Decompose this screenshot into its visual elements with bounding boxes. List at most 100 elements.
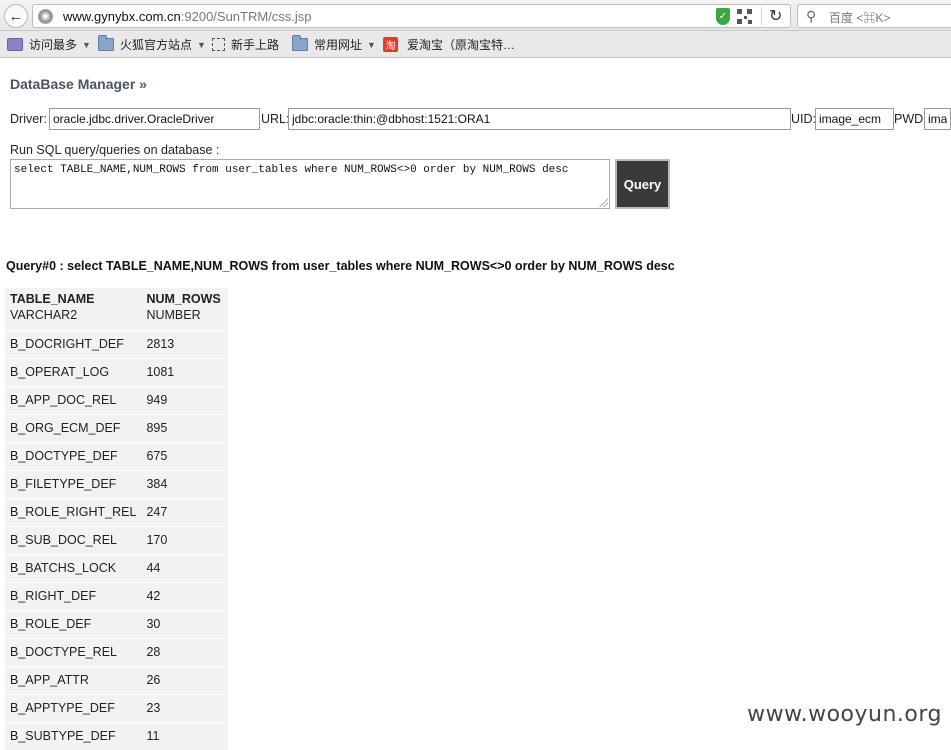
url-path: :9200/SunTRM/css.jsp — [180, 9, 312, 24]
num-rows-cell: 28 — [141, 637, 229, 666]
table-row: B_SUBTYPE_DEF 11 — [5, 721, 229, 750]
num-rows-cell: 26 — [141, 665, 229, 694]
bookmark-label: 常用网址 — [314, 38, 363, 52]
sql-label: Run SQL query/queries on database : — [10, 143, 220, 157]
shield-icon[interactable]: ✓ — [716, 8, 730, 25]
address-bar[interactable]: ◉ www.gynybx.com.cn:9200/SunTRM/css.jsp … — [32, 4, 791, 28]
column-header: NUM_ROWS NUMBER — [141, 288, 228, 330]
table-name-cell: B_APP_DOC_REL — [5, 385, 142, 414]
num-rows-cell: 949 — [141, 385, 229, 414]
page-title: DataBase Manager » — [10, 76, 147, 92]
uid-label: UID: — [791, 112, 816, 126]
table-row: B_FILETYPE_DEF 384 — [5, 469, 229, 498]
num-rows-cell: 247 — [141, 497, 229, 526]
bookmark-label: 访问最多 — [29, 38, 78, 52]
table-row: B_BATCHS_LOCK 44 — [5, 553, 229, 582]
folder-icon — [98, 35, 114, 51]
table-name-cell: B_FILETYPE_DEF — [5, 469, 142, 498]
table-name-cell: B_ORG_ECM_DEF — [5, 413, 142, 442]
table-name-cell: B_DOCTYPE_REL — [5, 637, 142, 666]
url-host: www.gynybx.com.cn — [63, 9, 181, 24]
table-name-cell: B_ROLE_DEF — [5, 609, 142, 638]
query-button[interactable]: Query — [615, 159, 670, 209]
resize-grip-icon[interactable] — [598, 197, 608, 207]
table-row: B_ROLE_DEF 30 — [5, 609, 229, 638]
table-row: B_APP_ATTR 26 — [5, 665, 229, 694]
reload-icon[interactable]: ↻ — [769, 6, 782, 26]
query-heading: Query#0 : select TABLE_NAME,NUM_ROWS fro… — [6, 259, 675, 273]
url-text: www.gynybx.com.cn:9200/SunTRM/css.jsp — [63, 9, 312, 24]
table-row: B_APPTYPE_DEF 23 — [5, 693, 229, 722]
num-rows-cell: 2813 — [141, 329, 229, 358]
table-name-cell: B_DOCTYPE_DEF — [5, 441, 142, 470]
bookmark-most-visited[interactable]: 访问最多 ▼ — [7, 36, 91, 53]
bookmarks-bar: 访问最多 ▼ 火狐官方站点 ▼ 新手上路 常用网址 ▼ 淘 爱淘宝（原淘宝特… — [0, 31, 951, 58]
table-row: B_ROLE_RIGHT_REL 247 — [5, 497, 229, 526]
bookmark-page-icon — [212, 38, 225, 51]
bookmark-getting-started[interactable]: 新手上路 — [212, 36, 279, 53]
table-row: B_OPERAT_LOG 1081 — [5, 357, 229, 386]
most-visited-icon — [7, 38, 23, 51]
num-rows-cell: 895 — [141, 413, 229, 442]
table-row: B_RIGHT_DEF 42 — [5, 581, 229, 610]
bookmark-common-sites[interactable]: 常用网址 ▼ — [292, 35, 376, 53]
qr-code-icon[interactable] — [737, 9, 752, 24]
table-row: B_SUB_DOC_REL 170 — [5, 525, 229, 554]
num-rows-cell: 42 — [141, 581, 229, 610]
num-rows-cell: 44 — [141, 553, 229, 582]
num-rows-cell: 675 — [141, 441, 229, 470]
search-icon: ⚲ — [806, 8, 817, 24]
table-name-cell: B_APPTYPE_DEF — [5, 693, 142, 722]
chevron-down-icon: ▼ — [82, 39, 91, 50]
num-rows-cell: 170 — [141, 525, 229, 554]
watermark: www.wooyun.org — [747, 702, 942, 727]
back-button[interactable]: ← — [4, 4, 28, 28]
num-rows-cell: 11 — [141, 721, 229, 750]
column-header: TABLE_NAME VARCHAR2 — [5, 288, 141, 330]
num-rows-cell: 1081 — [141, 357, 229, 386]
table-name-cell: B_OPERAT_LOG — [5, 357, 142, 386]
table-row: B_DOCTYPE_REL 28 — [5, 637, 229, 666]
column-type: NUMBER — [146, 308, 201, 322]
num-rows-cell: 384 — [141, 469, 229, 498]
table-name-cell: B_SUB_DOC_REL — [5, 525, 142, 554]
table-header-row: TABLE_NAME VARCHAR2 NUM_ROWS NUMBER — [5, 288, 228, 330]
num-rows-cell: 30 — [141, 609, 229, 638]
column-name: NUM_ROWS — [146, 292, 221, 306]
table-row: B_DOCRIGHT_DEF 2813 — [5, 329, 229, 358]
table-row: B_APP_DOC_REL 949 — [5, 385, 229, 414]
num-rows-cell: 23 — [141, 693, 229, 722]
pwd-field[interactable] — [924, 108, 951, 130]
url-field[interactable] — [288, 108, 791, 130]
taobao-icon: 淘 — [383, 37, 398, 52]
folder-icon — [292, 35, 308, 51]
result-table: TABLE_NAME VARCHAR2 NUM_ROWS NUMBER B_DO… — [5, 288, 229, 750]
chevron-down-icon: ▼ — [367, 39, 376, 50]
globe-icon: ◉ — [38, 9, 53, 24]
url-label: URL: — [261, 112, 290, 126]
bookmark-firefox-sites[interactable]: 火狐官方站点 ▼ — [98, 35, 206, 53]
column-type: VARCHAR2 — [10, 308, 78, 322]
table-name-cell: B_BATCHS_LOCK — [5, 553, 142, 582]
bookmark-label: 火狐官方站点 — [120, 38, 193, 52]
table-name-cell: B_RIGHT_DEF — [5, 581, 142, 610]
table-name-cell: B_SUBTYPE_DEF — [5, 721, 142, 750]
table-name-cell: B_DOCRIGHT_DEF — [5, 329, 142, 358]
bookmark-taobao[interactable]: 淘 爱淘宝（原淘宝特… — [383, 36, 515, 53]
chevron-down-icon: ▼ — [197, 39, 206, 50]
driver-field[interactable] — [49, 108, 260, 130]
search-box[interactable]: ⚲ 百度 <⌘K> — [797, 4, 951, 28]
column-name: TABLE_NAME — [10, 292, 95, 306]
table-body: B_DOCRIGHT_DEF 2813 B_OPERAT_LOG 1081 B_APP_… — [5, 329, 229, 750]
table-name-cell: B_ROLE_RIGHT_REL — [5, 497, 142, 526]
bookmark-label: 新手上路 — [231, 38, 280, 52]
driver-label: Driver: — [10, 112, 47, 126]
pwd-label: PWD: — [894, 112, 927, 126]
search-placeholder: 百度 <⌘K> — [829, 11, 891, 25]
table-name-cell: B_APP_ATTR — [5, 665, 142, 694]
back-arrow-icon: ← — [8, 7, 24, 25]
table-row: B_ORG_ECM_DEF 895 — [5, 413, 229, 442]
sql-textarea[interactable]: select TABLE_NAME,NUM_ROWS from user_tab… — [10, 159, 610, 209]
bookmark-label: 爱淘宝（原淘宝特… — [407, 38, 516, 52]
uid-field[interactable] — [815, 108, 894, 130]
